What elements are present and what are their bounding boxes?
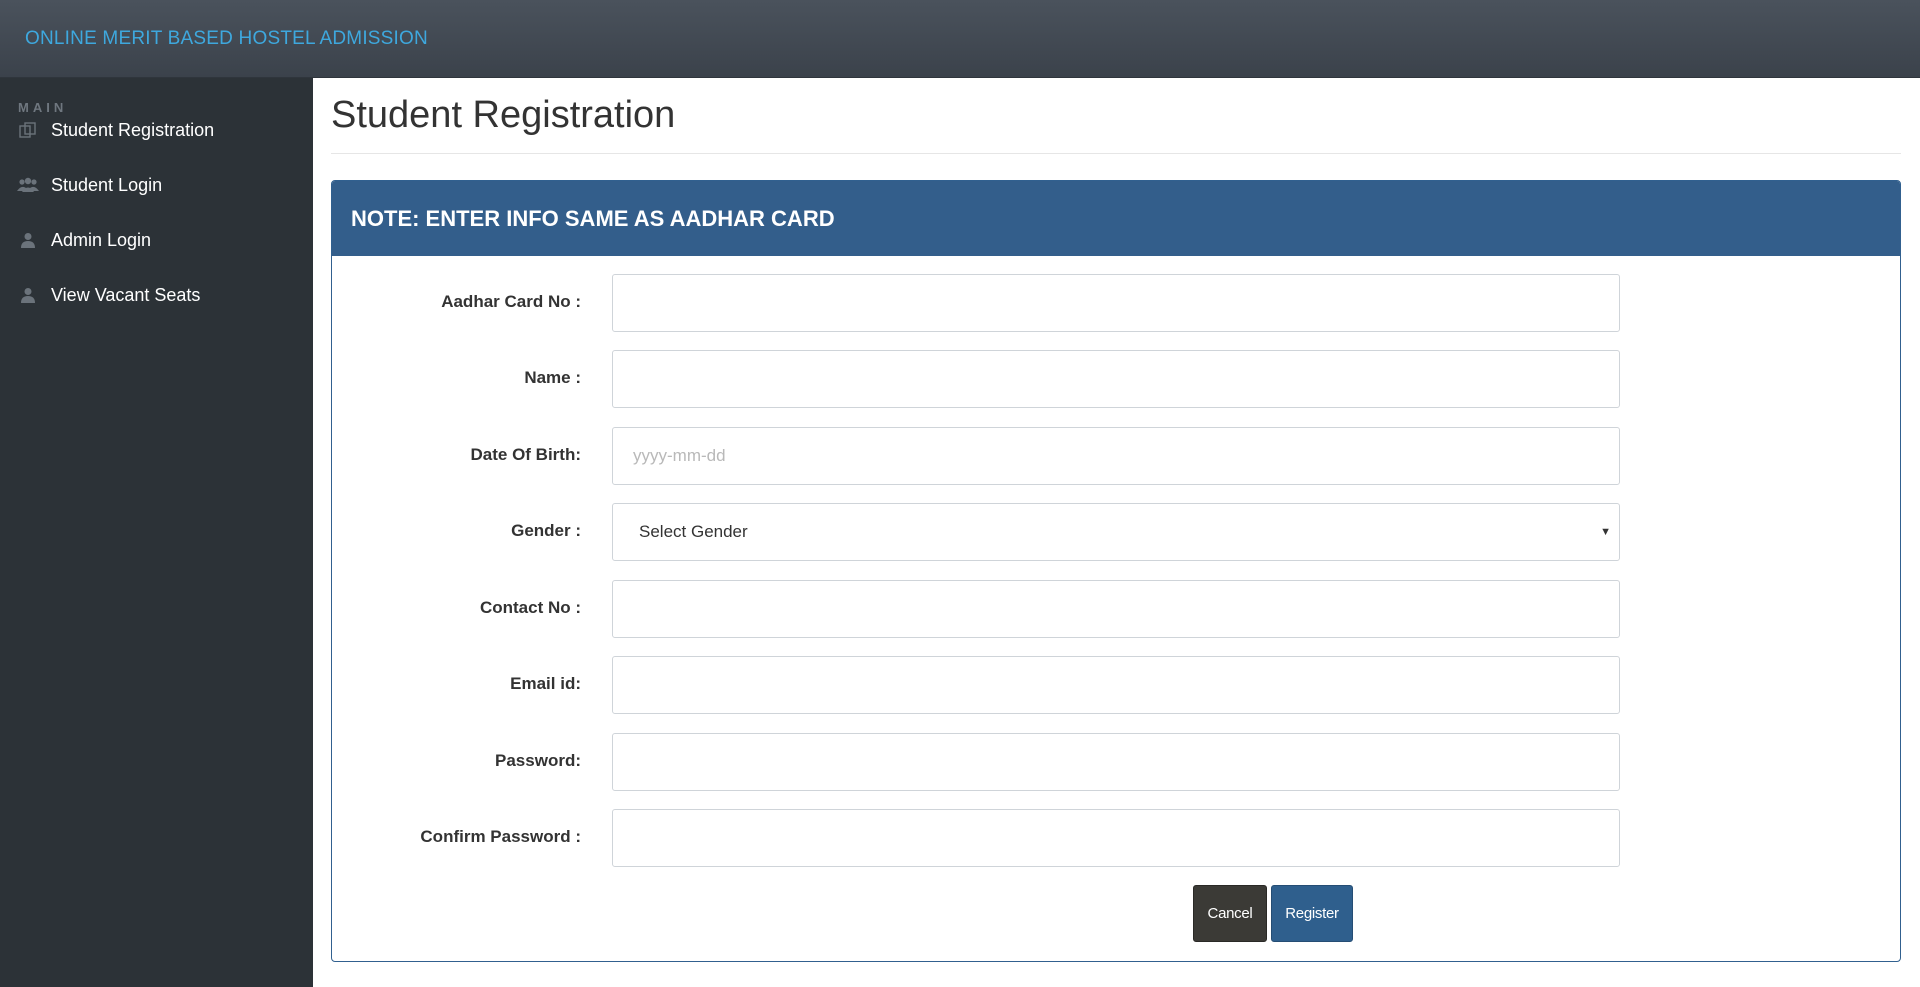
gender-label: Gender : — [511, 521, 581, 540]
form-row-email: Email id: — [332, 656, 1902, 714]
page-title: Student Registration — [331, 94, 676, 136]
user-icon — [17, 229, 39, 251]
gender-selected-value: Select Gender — [639, 522, 748, 541]
sidebar-item-label: Admin Login — [51, 229, 152, 250]
sidebar-item-label: Student Registration — [51, 119, 215, 140]
main-content: Student Registration NOTE: ENTER INFO SA… — [313, 78, 1920, 987]
form-row-contact: Contact No : — [332, 580, 1902, 638]
title-divider — [331, 153, 1901, 154]
sidebar-item-admin-login[interactable]: Admin Login — [0, 218, 313, 262]
panel-heading: NOTE: ENTER INFO SAME AS AADHAR CARD — [332, 181, 1900, 256]
gender-select[interactable]: Select Gender ▼ — [612, 503, 1620, 561]
name-label: Name : — [524, 368, 581, 387]
name-input[interactable] — [612, 350, 1620, 408]
chevron-down-icon: ▼ — [1600, 526, 1611, 538]
form-row-confirm-password: Confirm Password : — [332, 809, 1902, 867]
confirm-password-label: Confirm Password : — [420, 827, 581, 846]
form-row-password: Password: — [332, 733, 1902, 791]
registration-panel: NOTE: ENTER INFO SAME AS AADHAR CARD Aad… — [331, 180, 1901, 962]
form-row-name: Name : — [332, 350, 1902, 408]
users-icon — [17, 174, 39, 196]
user-icon — [17, 284, 39, 306]
dob-input[interactable] — [612, 427, 1620, 485]
password-input[interactable] — [612, 733, 1620, 791]
sidebar: MAIN Student Registration Student Login — [0, 78, 313, 987]
sidebar-item-student-login[interactable]: Student Login — [0, 163, 313, 207]
cancel-button[interactable]: Cancel — [1193, 885, 1267, 942]
email-input[interactable] — [612, 656, 1620, 714]
copy-icon — [17, 119, 39, 141]
sidebar-item-label: Student Login — [51, 174, 163, 195]
dob-label: Date Of Birth: — [470, 445, 582, 464]
form-row-gender: Gender : Select Gender ▼ — [332, 503, 1902, 561]
sidebar-item-label: View Vacant Seats — [51, 284, 201, 305]
email-label: Email id: — [510, 674, 581, 693]
contact-label: Contact No : — [479, 598, 581, 617]
panel-heading-text: NOTE: ENTER INFO SAME AS AADHAR CARD — [351, 205, 835, 231]
aadhar-label: Aadhar Card No : — [441, 292, 581, 311]
password-label: Password: — [495, 751, 581, 770]
form-row-aadhar: Aadhar Card No : — [332, 274, 1902, 332]
confirm-password-input[interactable] — [612, 809, 1620, 867]
form-row-dob: Date Of Birth: — [332, 427, 1902, 485]
register-button[interactable]: Register — [1271, 885, 1353, 942]
aadhar-input[interactable] — [612, 274, 1620, 332]
brand-title[interactable]: ONLINE MERIT BASED HOSTEL ADMISSION — [25, 28, 428, 50]
top-navbar: ONLINE MERIT BASED HOSTEL ADMISSION — [0, 0, 1920, 78]
sidebar-item-student-registration[interactable]: Student Registration — [0, 108, 313, 152]
contact-input[interactable] — [612, 580, 1620, 638]
sidebar-item-view-vacant-seats[interactable]: View Vacant Seats — [0, 273, 313, 317]
